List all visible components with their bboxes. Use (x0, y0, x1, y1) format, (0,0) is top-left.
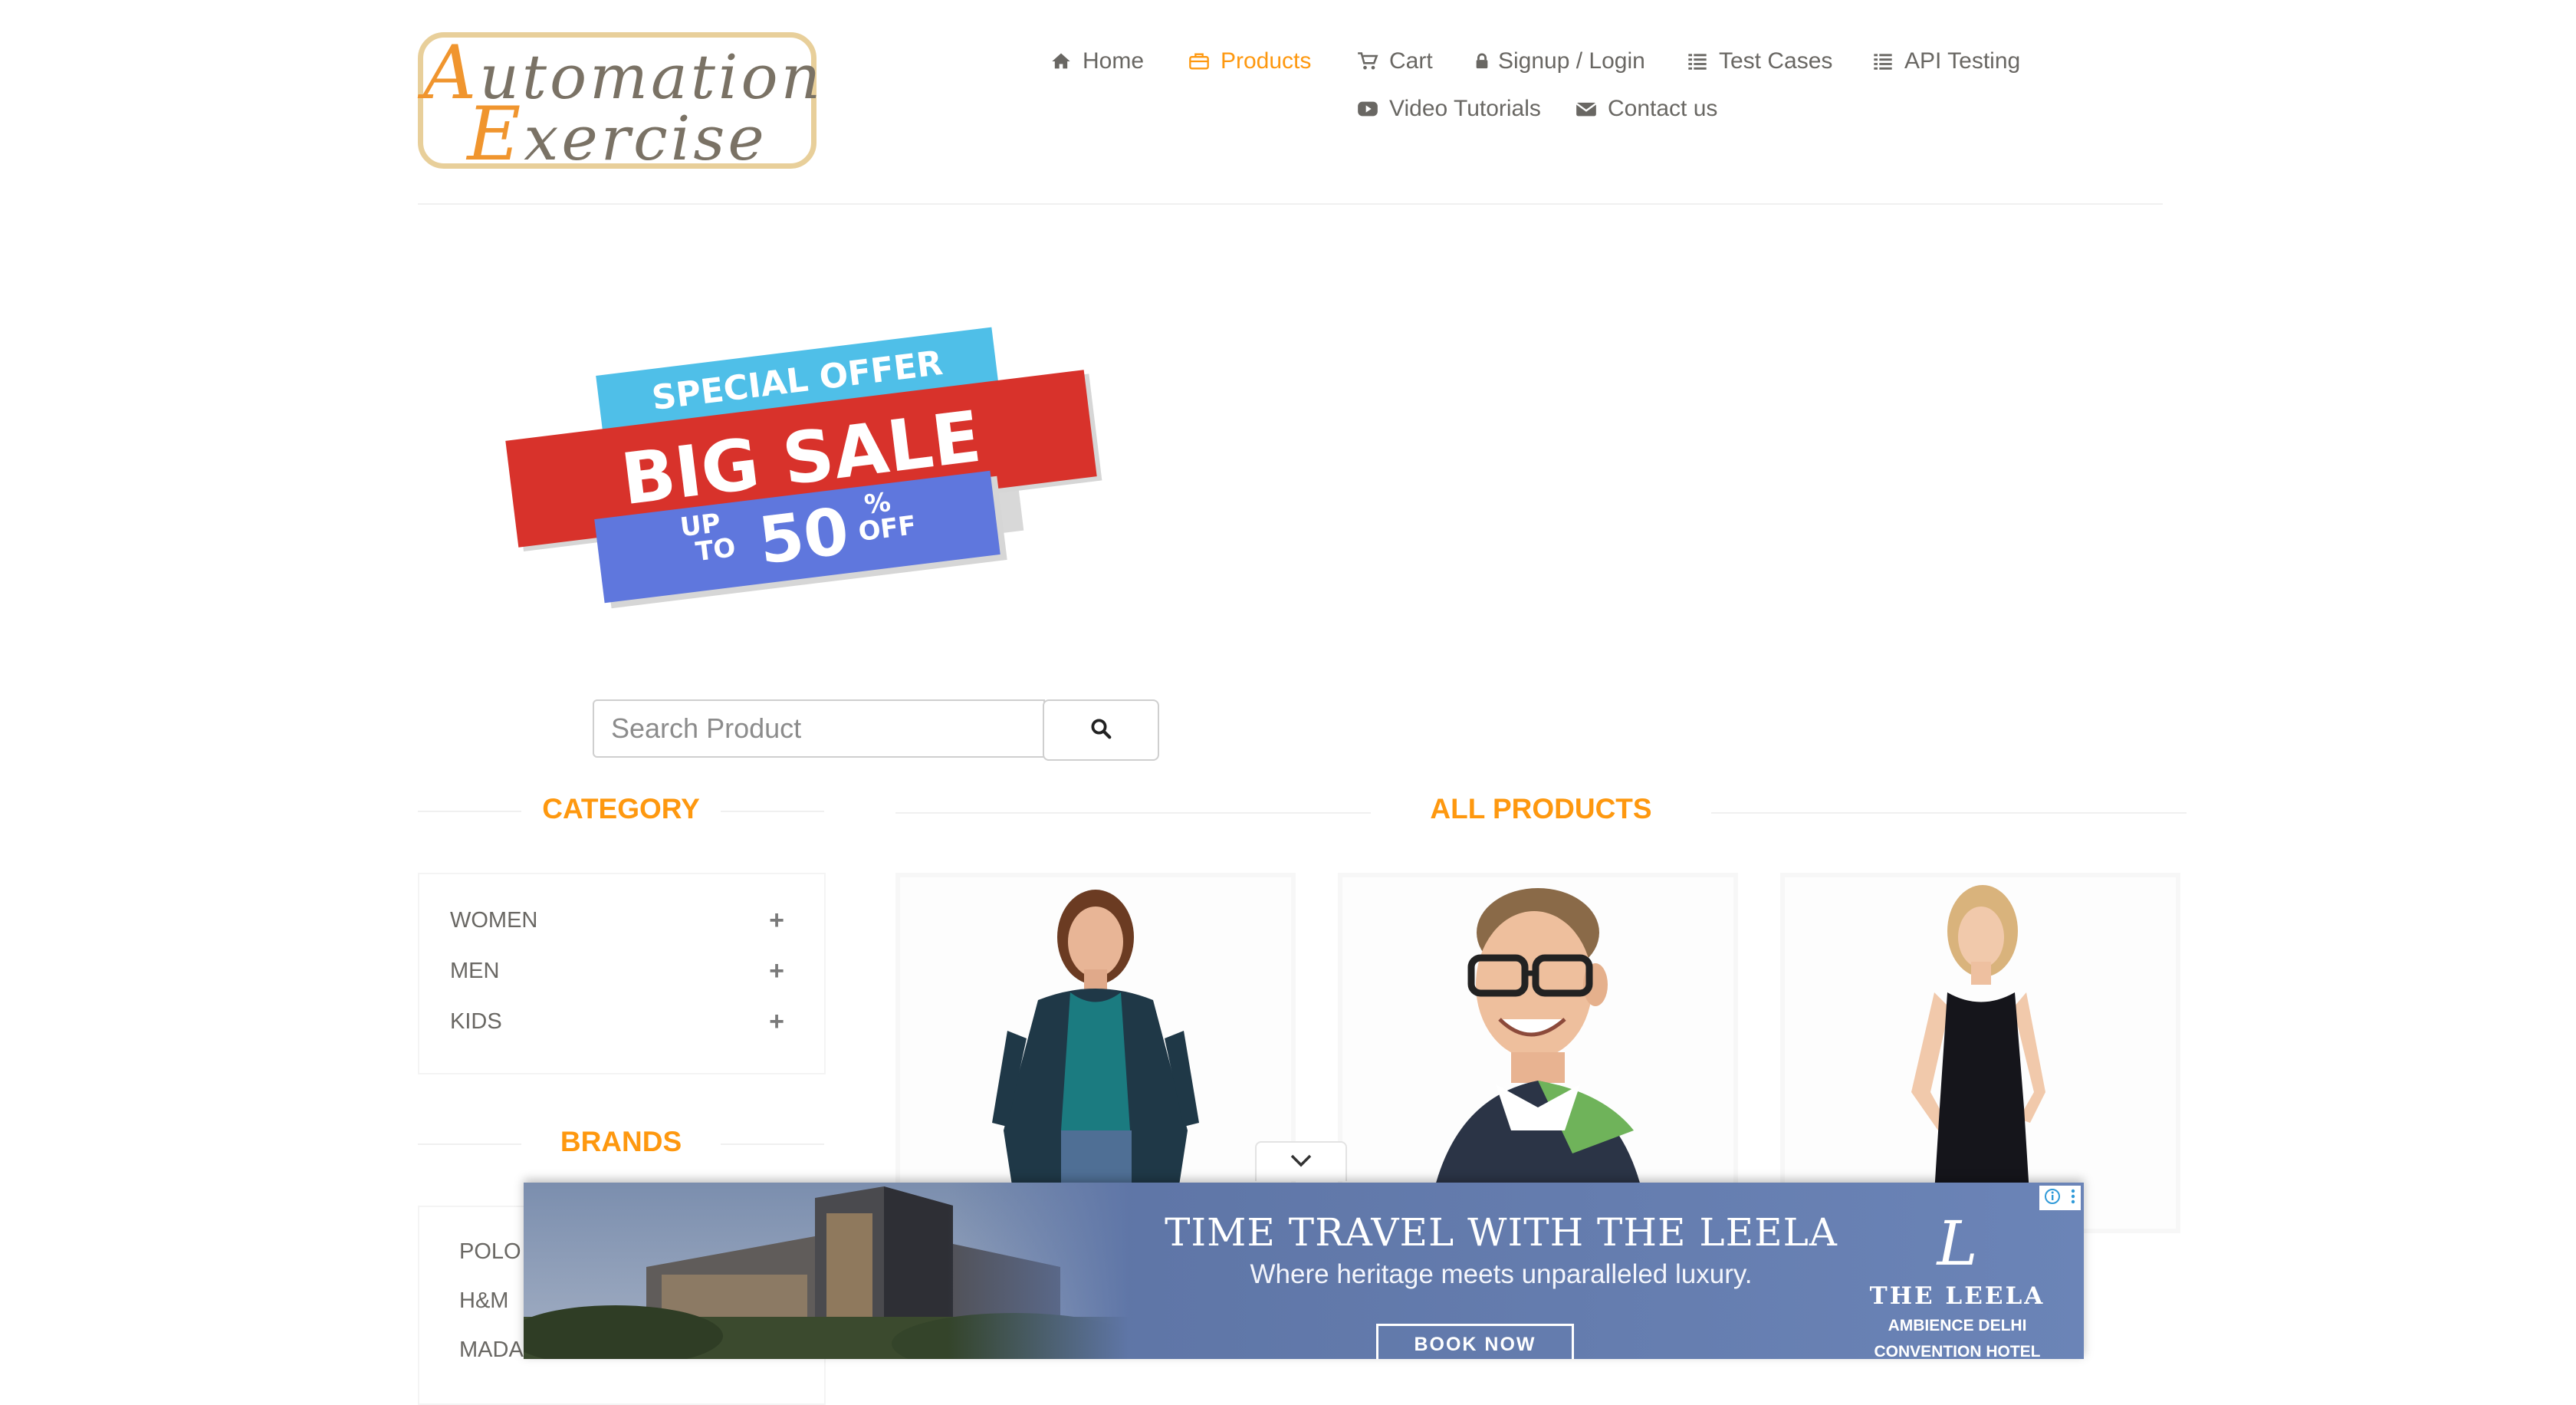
leela-logo: L (1937, 1208, 1978, 1279)
product-card[interactable] (1780, 873, 2180, 1233)
plus-icon[interactable]: + (769, 956, 784, 986)
category-women[interactable]: WOMEN + (450, 903, 784, 937)
category-panel: WOMEN + MEN + KIDS + (418, 873, 826, 1074)
ad-subtitle: Where heritage meets unparalleled luxury… (1250, 1259, 1753, 1289)
nav-api-testing-label: API Testing (1904, 48, 2021, 74)
envelope-icon (1576, 98, 1597, 120)
nav-video-tutorials-label: Video Tutorials (1389, 96, 1541, 121)
search-input[interactable] (593, 699, 1045, 758)
banner-off-text: OFF (856, 510, 918, 548)
brand-madame[interactable]: MADA (459, 1338, 524, 1363)
brands-title-line-right (721, 1143, 824, 1145)
category-men[interactable]: MEN + (450, 954, 784, 988)
ad-hotel-image (524, 1183, 1129, 1359)
nav-cart-label: Cart (1389, 48, 1433, 74)
product-image (992, 890, 1199, 1229)
ad-choices[interactable] (2039, 1186, 2081, 1210)
ad-book-now-button[interactable]: BOOK NOW (1376, 1324, 1574, 1359)
product-image-area (1785, 877, 2176, 1229)
info-icon[interactable] (2044, 1188, 2061, 1209)
ad-brand-sub2: CONVENTION HOTEL (1874, 1343, 2041, 1359)
chevron-down-icon (1290, 1153, 1313, 1172)
list-icon (1872, 51, 1894, 72)
nav-signup-login-label: Signup / Login (1498, 48, 1645, 74)
plus-icon[interactable]: + (769, 906, 784, 936)
nav-cart[interactable]: Cart (1357, 46, 1433, 77)
products-title-line-left (895, 812, 1371, 814)
logo-cap-e: E (467, 91, 524, 177)
search-icon (1089, 717, 1112, 744)
nav-home[interactable]: Home (1050, 46, 1144, 77)
kebab-menu-icon[interactable] (2070, 1188, 2076, 1209)
nav-products-label: Products (1221, 48, 1312, 74)
logo-line-2: Exercise (423, 97, 811, 171)
nav-contact-us-label: Contact us (1608, 96, 1718, 121)
youtube-play-icon (1357, 98, 1378, 120)
briefcase-icon (1188, 51, 1210, 72)
category-title-line-right (721, 811, 824, 812)
logo-text-exercise: xercise (524, 103, 767, 174)
product-card[interactable] (1338, 873, 1738, 1233)
product-image (1911, 885, 2045, 1229)
ad-title: TIME TRAVEL WITH THE LEELA (1165, 1210, 1838, 1255)
ad-collapse-button[interactable] (1255, 1141, 1347, 1181)
header-divider (418, 203, 2163, 205)
brands-title-line-left (418, 1143, 521, 1145)
sale-banner: SPECIAL OFFER BIG SALE UP TO 50 % OFF (498, 322, 1104, 604)
nav-products[interactable]: Products (1188, 46, 1311, 77)
list-icon (1687, 51, 1708, 72)
products-title-line-right (1711, 812, 2187, 814)
category-women-label: WOMEN (450, 907, 538, 933)
nav-api-testing[interactable]: API Testing (1872, 46, 2020, 77)
nav-test-cases[interactable]: Test Cases (1687, 46, 1832, 77)
brands-title: BRANDS (560, 1126, 682, 1157)
nav-home-label: Home (1083, 48, 1145, 74)
nav-contact-us[interactable]: Contact us (1576, 94, 1717, 124)
ad-brand-name: THE LEELA (1869, 1282, 2045, 1310)
product-card[interactable] (895, 873, 1296, 1233)
banner-50-text: 50 (754, 493, 853, 579)
nav-video-tutorials[interactable]: Video Tutorials (1357, 94, 1541, 124)
banner-to-text: TO (694, 532, 738, 568)
brand-polo[interactable]: POLO (459, 1239, 521, 1265)
product-image-area (900, 877, 1291, 1229)
product-image-area (1342, 877, 1733, 1229)
category-men-label: MEN (450, 958, 500, 983)
search-button[interactable] (1043, 699, 1159, 761)
ad-banner[interactable]: TIME TRAVEL WITH THE LEELA Where heritag… (524, 1183, 2084, 1359)
brand-hm[interactable]: H&M (459, 1288, 508, 1314)
cart-icon (1357, 51, 1378, 72)
nav-signup-login[interactable]: Signup / Login (1474, 46, 1645, 77)
all-products-title: ALL PRODUCTS (1430, 793, 1652, 824)
category-title-line-left (418, 811, 521, 812)
product-image (1427, 888, 1649, 1229)
nav-test-cases-label: Test Cases (1719, 48, 1833, 74)
site-logo[interactable]: Automation Exercise (418, 32, 820, 171)
home-icon (1050, 51, 1072, 72)
category-kids-label: KIDS (450, 1009, 502, 1034)
lock-icon (1474, 51, 1489, 72)
ad-brand-sub1: AMBIENCE DELHI (1888, 1317, 2027, 1334)
category-title: CATEGORY (542, 793, 700, 824)
ad-brand: L THE LEELA AMBIENCE DELHI CONVENTION HO… (1842, 1208, 2072, 1360)
category-kids[interactable]: KIDS + (450, 1005, 784, 1038)
plus-icon[interactable]: + (769, 1007, 784, 1037)
